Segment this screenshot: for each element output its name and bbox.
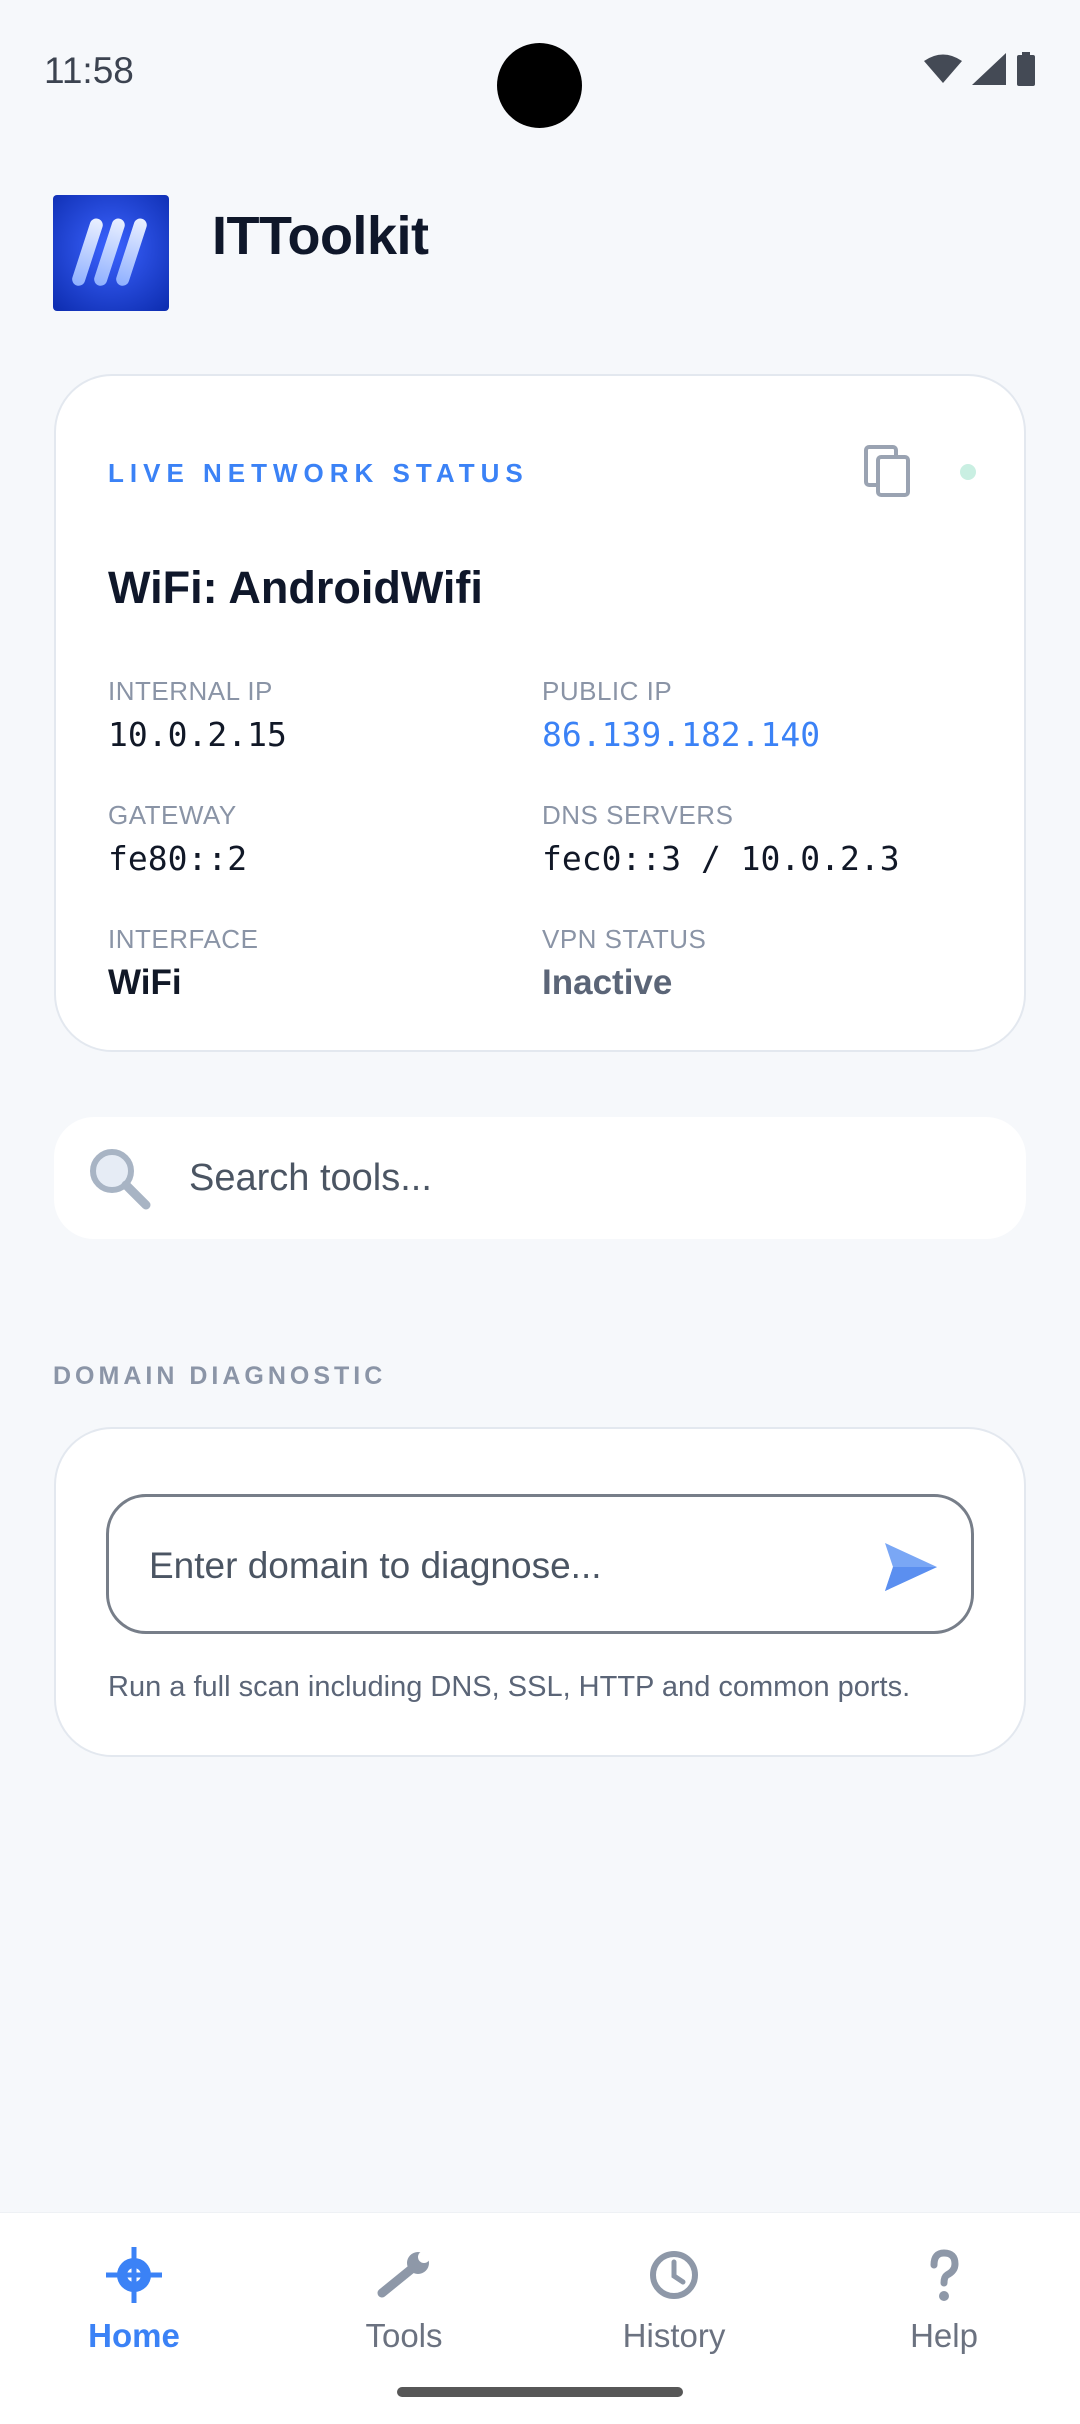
app-title: ITToolkit	[212, 206, 429, 266]
domain-diagnostic-card: Enter domain to diagnose... Run a full s…	[54, 1427, 1026, 1757]
nav-label: Tools	[365, 2317, 443, 2354]
domain-input-field[interactable]: Enter domain to diagnose...	[106, 1494, 974, 1634]
gateway-field: GATEWAY fe80::2	[108, 800, 247, 878]
system-icons	[924, 52, 1036, 86]
domain-hint-text: Run a full scan including DNS, SSL, HTTP…	[108, 1671, 911, 1703]
field-label: VPN STATUS	[542, 924, 707, 954]
wifi-icon	[924, 54, 962, 83]
field-label: GATEWAY	[108, 800, 237, 830]
domain-input-placeholder: Enter domain to diagnose...	[149, 1545, 602, 1586]
gesture-home-indicator[interactable]	[397, 2387, 683, 2397]
card-label: LIVE NETWORK STATUS	[108, 458, 529, 488]
nav-label: History	[622, 2317, 726, 2354]
field-label: DNS SERVERS	[542, 800, 734, 830]
dns-servers-field: DNS SERVERS fec0::3 / 10.0.2.3	[542, 800, 900, 878]
copy-button[interactable]	[858, 442, 918, 502]
dns-servers-value: fec0::3 / 10.0.2.3	[542, 839, 900, 878]
camera-cutout	[497, 43, 582, 128]
nav-help[interactable]: Help	[844, 2243, 1044, 2355]
status-time: 11:58	[44, 50, 134, 91]
nav-home[interactable]: Home	[34, 2243, 234, 2355]
nav-tools[interactable]: Tools	[304, 2243, 504, 2355]
search-icon	[90, 1149, 151, 1210]
vpn-status-field: VPN STATUS Inactive	[542, 924, 706, 1003]
copy-icon	[864, 445, 910, 497]
live-indicator-dot	[960, 464, 976, 480]
internal-ip-field: INTERNAL IP 10.0.2.15	[108, 676, 287, 754]
connection-title: WiFi: AndroidWifi	[108, 562, 483, 613]
crosshair-icon	[106, 2247, 162, 2303]
field-label: INTERNAL IP	[108, 676, 273, 706]
app-logo	[53, 195, 169, 311]
search-tools-input[interactable]: Search tools...	[54, 1117, 1026, 1239]
home-screen: 11:58 ITToolkit LIVE NETWORK STATUS WiFi…	[0, 0, 1080, 2424]
status-bar: 11:58	[0, 0, 1080, 140]
wrench-icon	[377, 2251, 430, 2298]
network-status-card: LIVE NETWORK STATUS WiFi: AndroidWifi IN…	[54, 374, 1026, 1052]
clock-icon	[650, 2251, 698, 2299]
field-label: INTERFACE	[108, 924, 259, 954]
interface-value: WiFi	[108, 963, 182, 1002]
vpn-status-value: Inactive	[542, 963, 673, 1002]
internal-ip-value: 10.0.2.15	[108, 715, 287, 754]
battery-icon	[1017, 52, 1035, 86]
send-icon[interactable]	[881, 1537, 941, 1597]
section-heading: DOMAIN DIAGNOSTIC	[53, 1362, 387, 1390]
gateway-value: fe80::2	[108, 839, 248, 878]
nav-label: Home	[88, 2317, 180, 2354]
search-placeholder: Search tools...	[189, 1157, 432, 1199]
nav-history[interactable]: History	[574, 2243, 774, 2355]
nav-label: Help	[910, 2317, 978, 2354]
public-ip-value[interactable]: 86.139.182.140	[542, 715, 820, 754]
question-icon	[930, 2249, 959, 2301]
public-ip-field: PUBLIC IP 86.139.182.140	[542, 676, 820, 754]
field-label: PUBLIC IP	[542, 676, 673, 706]
interface-field: INTERFACE WiFi	[108, 924, 258, 1003]
signal-icon	[972, 53, 1006, 85]
